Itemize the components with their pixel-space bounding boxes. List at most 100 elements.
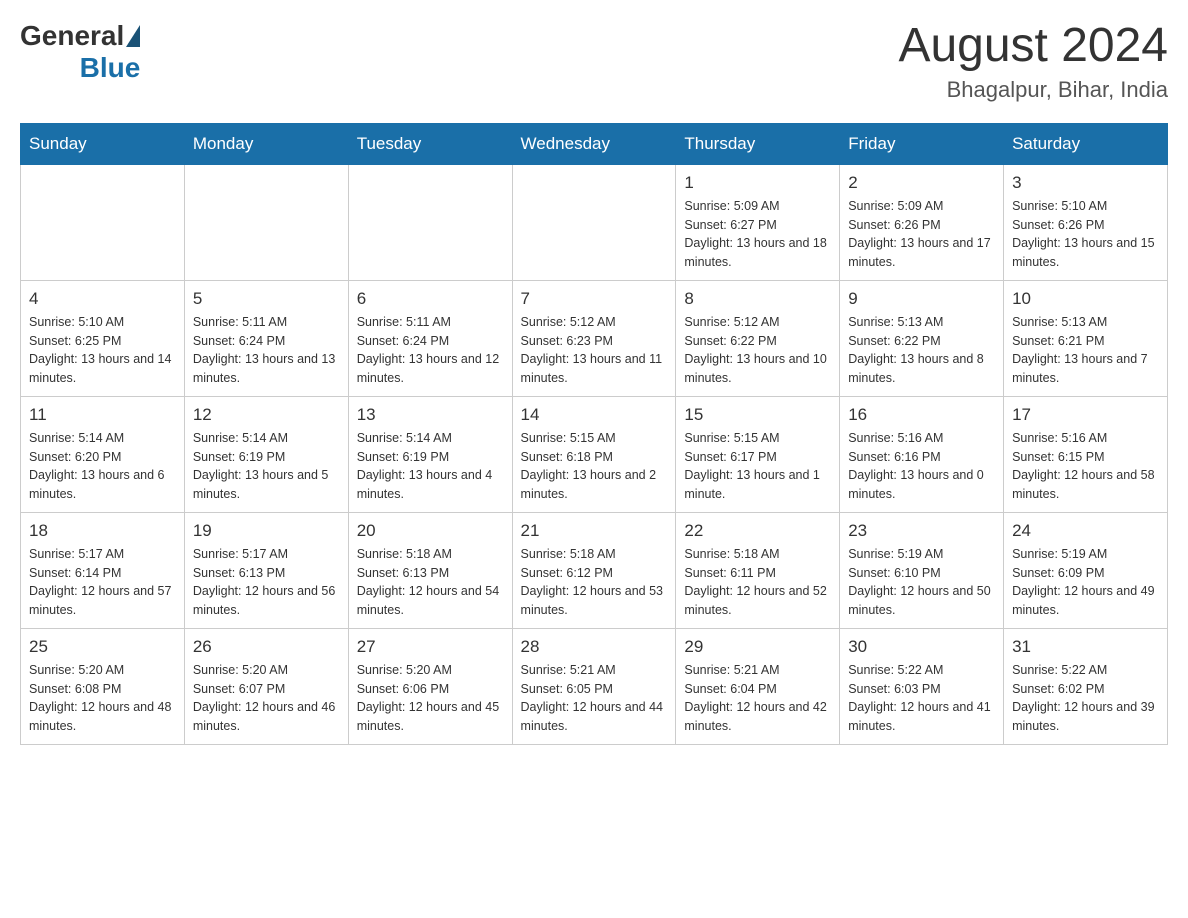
calendar-cell: 30 Sunrise: 5:22 AMSunset: 6:03 PMDayligh…: [840, 628, 1004, 744]
day-number: 9: [848, 289, 995, 309]
calendar-cell: [512, 164, 676, 280]
day-info: Sunrise: 5:13 AMSunset: 6:21 PMDaylight:…: [1012, 313, 1159, 388]
day-info: Sunrise: 5:09 AMSunset: 6:27 PMDaylight:…: [684, 197, 831, 272]
weekday-header: Tuesday: [348, 123, 512, 164]
calendar-week-row: 25Sunrise: 5:20 AMSunset: 6:08 PMDayligh…: [21, 628, 1168, 744]
day-info: Sunrise: 5:10 AMSunset: 6:25 PMDaylight:…: [29, 313, 176, 388]
calendar-cell: 15 Sunrise: 5:15 AMSunset: 6:17 PMDayligh…: [676, 396, 840, 512]
calendar-cell: 6 Sunrise: 5:11 AMSunset: 6:24 PMDaylight…: [348, 280, 512, 396]
weekday-header: Friday: [840, 123, 1004, 164]
subtitle: Bhagalpur, Bihar, India: [898, 77, 1168, 103]
day-info: Sunrise: 5:14 AMSunset: 6:19 PMDaylight:…: [357, 429, 504, 504]
calendar-cell: [21, 164, 185, 280]
day-number: 8: [684, 289, 831, 309]
calendar-cell: 22 Sunrise: 5:18 AMSunset: 6:11 PMDayligh…: [676, 512, 840, 628]
day-info: Sunrise: 5:18 AMSunset: 6:13 PMDaylight:…: [357, 545, 504, 620]
calendar-cell: 11 Sunrise: 5:14 AMSunset: 6:20 PMDayligh…: [21, 396, 185, 512]
day-number: 15: [684, 405, 831, 425]
calendar-cell: 12 Sunrise: 5:14 AMSunset: 6:19 PMDayligh…: [184, 396, 348, 512]
day-info: Sunrise: 5:17 AMSunset: 6:14 PMDaylight:…: [29, 545, 176, 620]
calendar-cell: 8 Sunrise: 5:12 AMSunset: 6:22 PMDaylight…: [676, 280, 840, 396]
day-info: Sunrise: 5:20 AMSunset: 6:08 PMDaylight:…: [29, 661, 176, 736]
day-number: 11: [29, 405, 176, 425]
day-info: Sunrise: 5:11 AMSunset: 6:24 PMDaylight:…: [193, 313, 340, 388]
calendar-cell: 18Sunrise: 5:17 AMSunset: 6:14 PMDayligh…: [21, 512, 185, 628]
day-info: Sunrise: 5:19 AMSunset: 6:10 PMDaylight:…: [848, 545, 995, 620]
calendar-cell: [184, 164, 348, 280]
calendar-cell: 20 Sunrise: 5:18 AMSunset: 6:13 PMDayligh…: [348, 512, 512, 628]
weekday-header: Sunday: [21, 123, 185, 164]
day-number: 30: [848, 637, 995, 657]
calendar-cell: 19 Sunrise: 5:17 AMSunset: 6:13 PMDayligh…: [184, 512, 348, 628]
calendar-cell: 28Sunrise: 5:21 AMSunset: 6:05 PMDayligh…: [512, 628, 676, 744]
weekday-header: Wednesday: [512, 123, 676, 164]
day-info: Sunrise: 5:11 AMSunset: 6:24 PMDaylight:…: [357, 313, 504, 388]
logo-general-text: General: [20, 20, 124, 52]
calendar-cell: 21Sunrise: 5:18 AMSunset: 6:12 PMDayligh…: [512, 512, 676, 628]
calendar-week-row: 11 Sunrise: 5:14 AMSunset: 6:20 PMDayligh…: [21, 396, 1168, 512]
day-number: 22: [684, 521, 831, 541]
day-number: 17: [1012, 405, 1159, 425]
day-number: 12: [193, 405, 340, 425]
day-info: Sunrise: 5:20 AMSunset: 6:07 PMDaylight:…: [193, 661, 340, 736]
calendar-week-row: 4 Sunrise: 5:10 AMSunset: 6:25 PMDaylight…: [21, 280, 1168, 396]
day-info: Sunrise: 5:18 AMSunset: 6:11 PMDaylight:…: [684, 545, 831, 620]
calendar-table: SundayMondayTuesdayWednesdayThursdayFrid…: [20, 123, 1168, 745]
calendar-week-row: 1Sunrise: 5:09 AMSunset: 6:27 PMDaylight…: [21, 164, 1168, 280]
calendar-cell: 2Sunrise: 5:09 AMSunset: 6:26 PMDaylight…: [840, 164, 1004, 280]
weekday-header: Saturday: [1004, 123, 1168, 164]
day-number: 24: [1012, 521, 1159, 541]
day-number: 3: [1012, 173, 1159, 193]
calendar-cell: 16 Sunrise: 5:16 AMSunset: 6:16 PMDayligh…: [840, 396, 1004, 512]
day-number: 2: [848, 173, 995, 193]
day-number: 26: [193, 637, 340, 657]
day-info: Sunrise: 5:19 AMSunset: 6:09 PMDaylight:…: [1012, 545, 1159, 620]
day-number: 4: [29, 289, 176, 309]
calendar-cell: 14 Sunrise: 5:15 AMSunset: 6:18 PMDayligh…: [512, 396, 676, 512]
calendar-cell: 9 Sunrise: 5:13 AMSunset: 6:22 PMDaylight…: [840, 280, 1004, 396]
day-number: 6: [357, 289, 504, 309]
day-info: Sunrise: 5:15 AMSunset: 6:17 PMDaylight:…: [684, 429, 831, 504]
day-number: 7: [521, 289, 668, 309]
day-info: Sunrise: 5:17 AMSunset: 6:13 PMDaylight:…: [193, 545, 340, 620]
day-number: 21: [521, 521, 668, 541]
day-info: Sunrise: 5:14 AMSunset: 6:20 PMDaylight:…: [29, 429, 176, 504]
weekday-header: Monday: [184, 123, 348, 164]
day-number: 5: [193, 289, 340, 309]
logo: General Blue: [20, 20, 140, 84]
calendar-cell: 31 Sunrise: 5:22 AMSunset: 6:02 PMDayligh…: [1004, 628, 1168, 744]
day-number: 29: [684, 637, 831, 657]
calendar-cell: 13Sunrise: 5:14 AMSunset: 6:19 PMDayligh…: [348, 396, 512, 512]
main-title: August 2024: [898, 20, 1168, 73]
calendar-cell: 29 Sunrise: 5:21 AMSunset: 6:04 PMDayligh…: [676, 628, 840, 744]
calendar-cell: 5 Sunrise: 5:11 AMSunset: 6:24 PMDaylight…: [184, 280, 348, 396]
day-number: 31: [1012, 637, 1159, 657]
calendar-header-row: SundayMondayTuesdayWednesdayThursdayFrid…: [21, 123, 1168, 164]
day-info: Sunrise: 5:22 AMSunset: 6:02 PMDaylight:…: [1012, 661, 1159, 736]
day-number: 14: [521, 405, 668, 425]
calendar-cell: 27Sunrise: 5:20 AMSunset: 6:06 PMDayligh…: [348, 628, 512, 744]
logo-blue-text: Blue: [80, 52, 141, 84]
day-number: 19: [193, 521, 340, 541]
day-number: 28: [521, 637, 668, 657]
day-number: 16: [848, 405, 995, 425]
title-section: August 2024 Bhagalpur, Bihar, India: [898, 20, 1168, 103]
page-header: General Blue August 2024 Bhagalpur, Biha…: [20, 20, 1168, 103]
day-number: 20: [357, 521, 504, 541]
day-info: Sunrise: 5:22 AMSunset: 6:03 PMDaylight:…: [848, 661, 995, 736]
day-info: Sunrise: 5:16 AMSunset: 6:16 PMDaylight:…: [848, 429, 995, 504]
day-info: Sunrise: 5:13 AMSunset: 6:22 PMDaylight:…: [848, 313, 995, 388]
calendar-cell: [348, 164, 512, 280]
day-info: Sunrise: 5:10 AMSunset: 6:26 PMDaylight:…: [1012, 197, 1159, 272]
calendar-cell: 10Sunrise: 5:13 AMSunset: 6:21 PMDayligh…: [1004, 280, 1168, 396]
day-info: Sunrise: 5:15 AMSunset: 6:18 PMDaylight:…: [521, 429, 668, 504]
calendar-cell: 4 Sunrise: 5:10 AMSunset: 6:25 PMDaylight…: [21, 280, 185, 396]
day-number: 27: [357, 637, 504, 657]
day-info: Sunrise: 5:21 AMSunset: 6:04 PMDaylight:…: [684, 661, 831, 736]
day-info: Sunrise: 5:14 AMSunset: 6:19 PMDaylight:…: [193, 429, 340, 504]
weekday-header: Thursday: [676, 123, 840, 164]
day-number: 23: [848, 521, 995, 541]
calendar-cell: 3 Sunrise: 5:10 AMSunset: 6:26 PMDaylight…: [1004, 164, 1168, 280]
day-info: Sunrise: 5:12 AMSunset: 6:22 PMDaylight:…: [684, 313, 831, 388]
day-info: Sunrise: 5:12 AMSunset: 6:23 PMDaylight:…: [521, 313, 668, 388]
